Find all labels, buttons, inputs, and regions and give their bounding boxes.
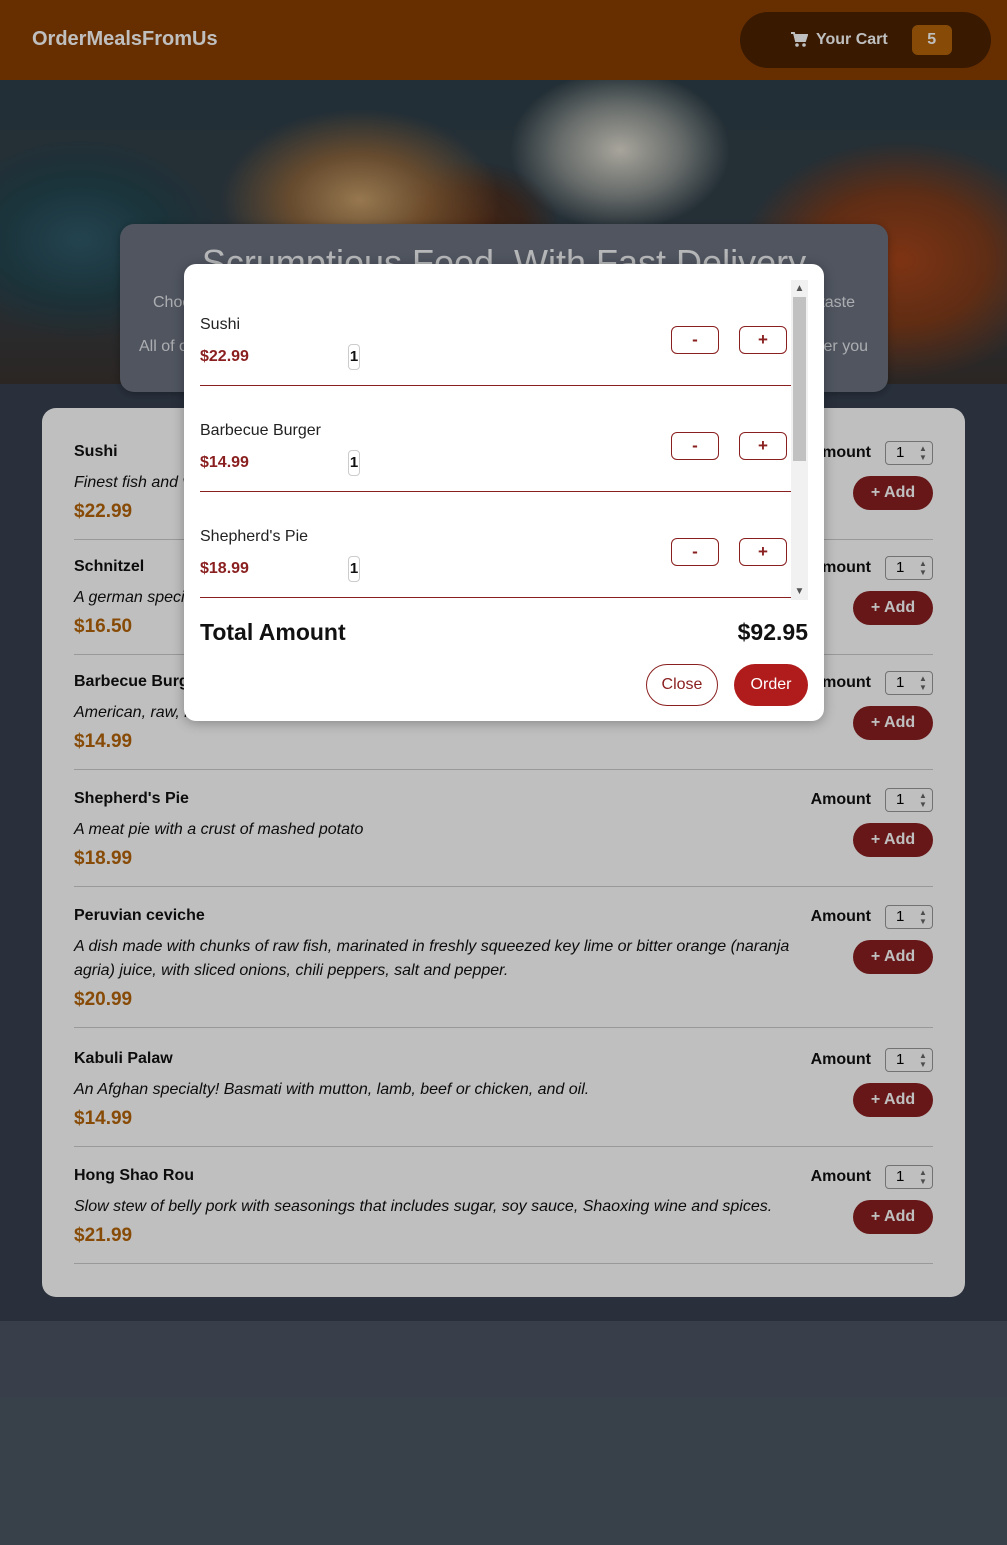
cart-item: Barbecue Burger $14.99 1 - + bbox=[200, 386, 791, 492]
cart-item-name: Barbecue Burger bbox=[200, 422, 321, 439]
cart-items-list: Sushi $22.99 1 - + Barbecue Burger $14.9… bbox=[200, 280, 808, 600]
close-button[interactable]: Close bbox=[646, 664, 718, 706]
cart-item-price: $18.99 bbox=[200, 560, 249, 577]
cart-item-quantity: 1 bbox=[348, 450, 360, 476]
cart-item-name: Sushi bbox=[200, 316, 241, 333]
cart-item-price: $14.99 bbox=[200, 454, 249, 471]
cart-item-price: $22.99 bbox=[200, 348, 249, 365]
cart-item-quantity: 1 bbox=[348, 344, 360, 370]
total-amount-label: Total Amount bbox=[200, 619, 346, 645]
cart-scrollbar[interactable]: ▲ ▼ bbox=[791, 280, 808, 600]
decrease-button[interactable]: - bbox=[671, 432, 719, 460]
cart-modal: Sushi $22.99 1 - + Barbecue Burger $14.9… bbox=[184, 264, 824, 721]
cart-item: Sushi $22.99 1 - + bbox=[200, 280, 791, 386]
increase-button[interactable]: + bbox=[739, 538, 787, 566]
cart-item-quantity: 1 bbox=[348, 556, 360, 582]
increase-button[interactable]: + bbox=[739, 326, 787, 354]
scrollbar-thumb[interactable] bbox=[793, 297, 806, 461]
modal-backdrop[interactable] bbox=[0, 0, 1007, 1545]
order-button[interactable]: Order bbox=[734, 664, 808, 706]
cart-item: Shepherd's Pie $18.99 1 - + bbox=[200, 492, 791, 598]
total-amount-value: $92.95 bbox=[737, 619, 808, 645]
decrease-button[interactable]: - bbox=[671, 326, 719, 354]
cart-item-name: Shepherd's Pie bbox=[200, 528, 309, 545]
decrease-button[interactable]: - bbox=[671, 538, 719, 566]
chevron-down-icon[interactable]: ▼ bbox=[791, 583, 808, 600]
chevron-up-icon[interactable]: ▲ bbox=[791, 280, 808, 297]
increase-button[interactable]: + bbox=[739, 432, 787, 460]
